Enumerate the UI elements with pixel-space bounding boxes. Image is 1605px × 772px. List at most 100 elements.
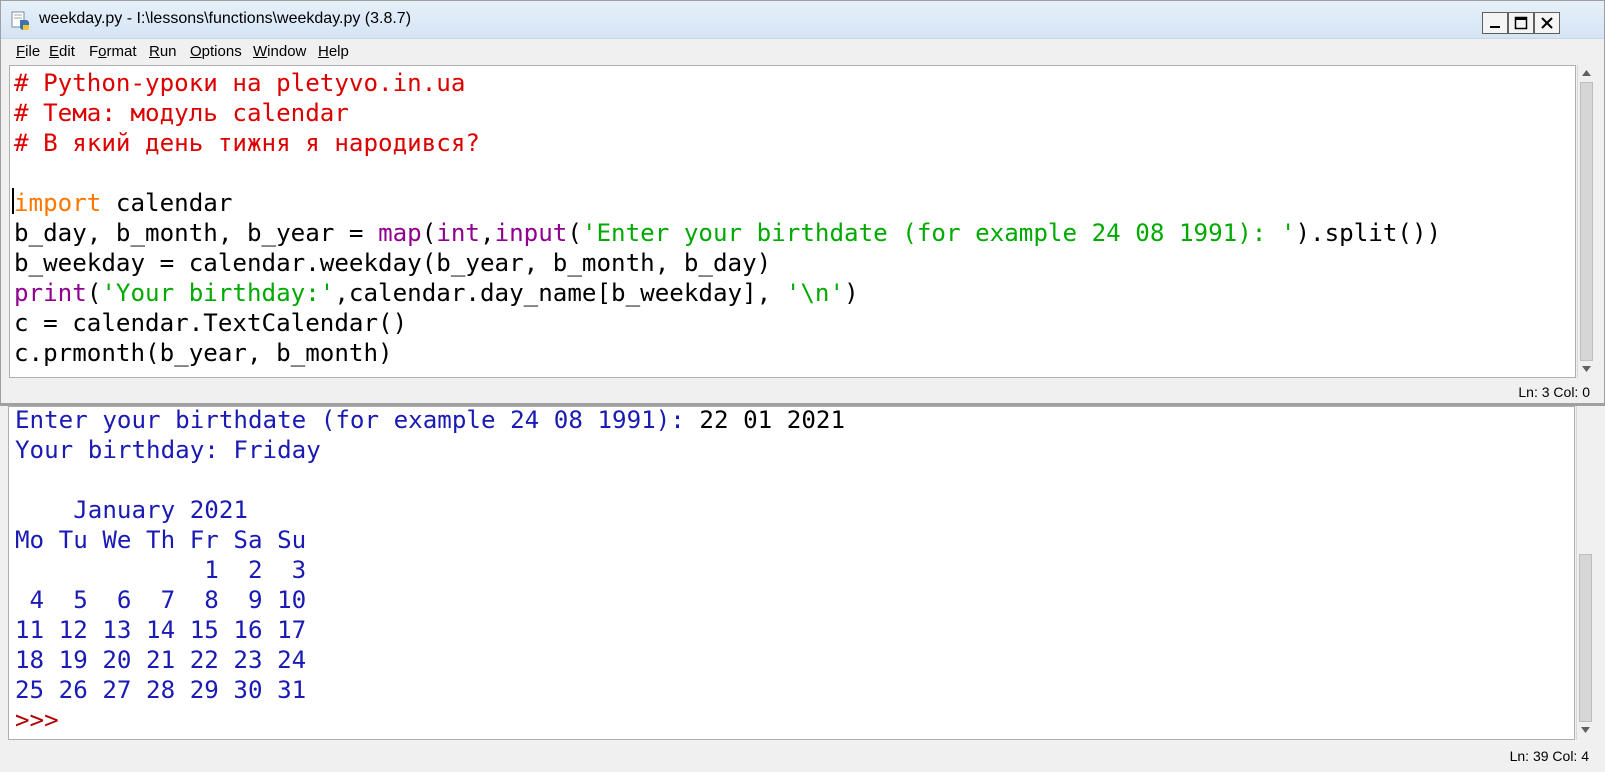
shell-line: 25 26 27 28 29 30 31	[15, 675, 306, 705]
shell-token-out: 25 26 27 28 29 30 31	[15, 676, 307, 704]
shell-window: Enter your birthdate (for example 24 08 …	[0, 404, 1605, 772]
code-token-string: 'Your birthday:'	[101, 279, 335, 307]
menu-window-rest: indow	[267, 43, 307, 60]
menu-bar: File Edit Format Run Options Window Help	[1, 39, 1604, 65]
code-token-plain: (	[421, 219, 437, 247]
menu-run[interactable]: Run	[149, 43, 177, 60]
shell-token-prompt: >>>	[15, 706, 59, 734]
scroll-down-arrow[interactable]	[1578, 361, 1595, 377]
shell-line: 1 2 3	[15, 555, 306, 585]
code-token-string: '\n'	[785, 279, 845, 307]
code-token-plain: (	[567, 219, 582, 247]
code-token-comment: # Тема: модуль calendar	[14, 99, 349, 127]
editor-window: weekday.py - I:\lessons\functions\weekda…	[0, 0, 1605, 404]
shell-line: 18 19 20 21 22 23 24	[15, 645, 306, 675]
code-line: # Python-уроки на pletyvo.in.ua	[14, 68, 465, 98]
close-icon	[1541, 17, 1553, 29]
menu-edit-rest: dit	[59, 43, 75, 60]
menu-file[interactable]: File	[16, 43, 40, 60]
editor-scrollbar[interactable]	[1577, 65, 1595, 378]
code-token-builtin: int	[436, 219, 480, 247]
menu-edit-mnemonic: E	[49, 43, 60, 60]
shell-line: Your birthday: Friday	[15, 435, 321, 465]
shell-token-out: 11 12 13 14 15 16 17	[15, 616, 307, 644]
minimize-button[interactable]	[1482, 12, 1508, 34]
shell-token-out: 4 5 6 7 8 9 10	[15, 586, 307, 614]
minimize-icon	[1490, 26, 1500, 28]
menu-format[interactable]: Format	[89, 43, 137, 60]
maximize-button[interactable]	[1508, 12, 1534, 34]
editor-status-bar: Ln: 3 Col: 0	[9, 379, 1598, 403]
shell-scroll-thumb[interactable]	[1579, 554, 1592, 722]
shell-token-out: Mo Tu We Th Fr Sa Su	[15, 526, 307, 554]
shell-scrollbar[interactable]	[1576, 406, 1594, 740]
menu-window[interactable]: Window	[253, 43, 306, 60]
shell-cursor-position: Ln: 39 Col: 4	[1509, 748, 1589, 764]
menu-options[interactable]: Options	[190, 43, 242, 60]
python-idle-icon	[11, 11, 29, 30]
code-token-keyword: import	[14, 189, 102, 217]
code-token-plain: c.prmonth(b_year, b_month)	[14, 339, 393, 367]
code-line: c = calendar.TextCalendar()	[14, 308, 407, 338]
menu-help-mnemonic: H	[318, 43, 329, 60]
shell-output[interactable]: Enter your birthdate (for example 24 08 …	[8, 406, 1575, 740]
code-token-comment: # В який день тижня я народився?	[14, 129, 480, 157]
menu-format-rest-a: F	[89, 43, 99, 60]
code-token-plain: ).split())	[1295, 219, 1442, 247]
code-token-plain: ,	[480, 219, 495, 247]
code-token-builtin: input	[494, 219, 568, 247]
shell-token-out: Your birthday: Friday	[15, 436, 321, 464]
code-line: b_weekday = calendar.weekday(b_year, b_m…	[14, 248, 771, 278]
code-line: import calendar	[14, 188, 232, 218]
code-token-plain: (	[86, 279, 102, 307]
window-title: weekday.py - I:\lessons\functions\weekda…	[39, 10, 412, 27]
code-token-builtin: map	[378, 219, 422, 247]
shell-line: 11 12 13 14 15 16 17	[15, 615, 306, 645]
code-token-string: 'Enter your birthdate (for example 24 08…	[581, 219, 1296, 247]
code-token-comment: # Python-уроки на pletyvo.in.ua	[14, 69, 466, 97]
code-token-plain: b_day, b_month, b_year =	[14, 219, 379, 247]
menu-options-mnemonic: O	[190, 43, 202, 60]
menu-file-mnemonic: F	[16, 43, 26, 60]
shell-line: >>>	[15, 705, 59, 735]
menu-help-rest: elp	[328, 43, 349, 60]
menu-run-rest: un	[159, 43, 177, 60]
menu-format-rest-b: rmat	[106, 43, 137, 60]
chevron-down-icon	[1582, 366, 1591, 372]
shell-line: January 2021	[15, 495, 248, 525]
menu-file-rest: ile	[25, 43, 41, 60]
code-token-plain: calendar	[101, 189, 233, 217]
code-line: # Тема: модуль calendar	[14, 98, 349, 128]
code-token-plain: ,calendar.day_name[b_weekday],	[334, 279, 786, 307]
shell-scroll-down-arrow[interactable]	[1577, 722, 1594, 738]
code-token-plain: )	[844, 279, 859, 307]
shell-token-out: January 2021	[15, 496, 248, 524]
menu-edit[interactable]: Edit	[49, 43, 75, 60]
scroll-up-arrow[interactable]	[1578, 65, 1595, 81]
title-bar[interactable]: weekday.py - I:\lessons\functions\weekda…	[1, 1, 1604, 39]
editor-cursor-position: Ln: 3 Col: 0	[1518, 384, 1590, 400]
menu-window-mnemonic: W	[253, 43, 268, 60]
chevron-down-icon	[1581, 727, 1590, 733]
shell-status-bar: Ln: 39 Col: 4	[8, 743, 1597, 767]
close-button[interactable]	[1534, 12, 1560, 34]
maximize-icon	[1514, 16, 1528, 30]
code-editor[interactable]: # Python-уроки на pletyvo.in.ua # Тема: м…	[9, 65, 1576, 378]
code-token-builtin: print	[14, 279, 87, 307]
shell-token-out: 1 2 3	[15, 556, 307, 584]
menu-help[interactable]: Help	[318, 43, 349, 60]
code-line: # В який день тижня я народився?	[14, 128, 480, 158]
chevron-up-icon	[1582, 70, 1591, 76]
shell-line: 4 5 6 7 8 9 10	[15, 585, 307, 615]
menu-format-mnemonic: o	[98, 43, 107, 60]
shell-token-out: Enter your birthdate (for example 24 08 …	[15, 406, 700, 434]
scroll-thumb[interactable]	[1580, 82, 1593, 361]
code-line: c.prmonth(b_year, b_month)	[14, 338, 393, 368]
code-line: print('Your birthday:',calendar.day_name…	[14, 278, 859, 308]
code-token-plain: c = calendar.TextCalendar()	[14, 309, 408, 337]
menu-options-rest: ptions	[201, 43, 242, 60]
menu-run-mnemonic: R	[149, 43, 160, 60]
shell-line: Mo Tu We Th Fr Sa Su	[15, 525, 306, 555]
shell-token-in: 22 01 2021	[699, 406, 846, 434]
shell-line: Enter your birthdate (for example 24 08 …	[15, 406, 846, 435]
